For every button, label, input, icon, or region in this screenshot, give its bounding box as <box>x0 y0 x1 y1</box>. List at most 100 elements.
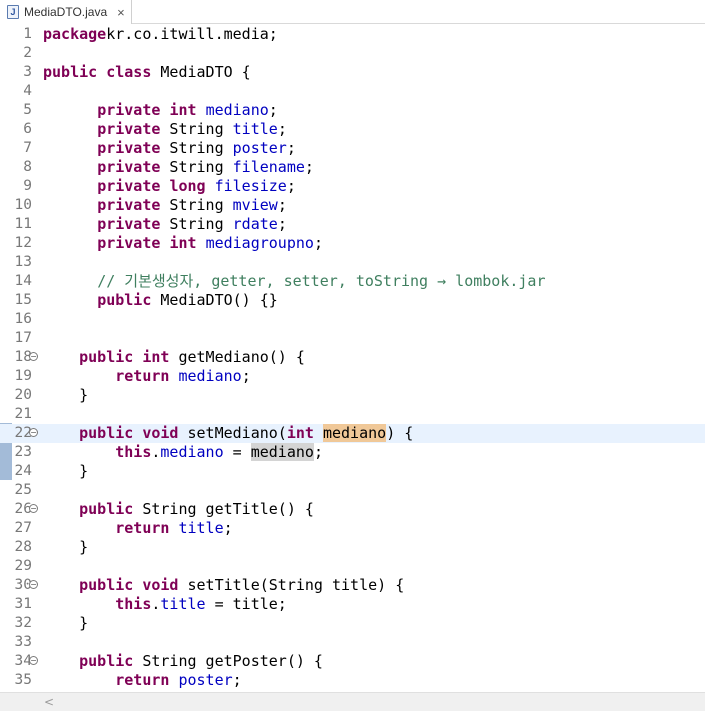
code-line[interactable]: 25 <box>0 481 705 500</box>
line-number: 12 <box>14 235 32 251</box>
code-line[interactable]: 26− public String getTitle() { <box>0 500 705 519</box>
fold-collapse-icon[interactable]: − <box>29 580 38 589</box>
code-token: poster <box>232 139 287 157</box>
code-line[interactable]: 9 private long filesize; <box>0 177 705 196</box>
fold-collapse-icon[interactable]: − <box>29 656 38 665</box>
code-token: package <box>43 25 107 43</box>
code-line[interactable]: 1 packagekr.co.itwill.media; <box>0 25 705 44</box>
code-line[interactable]: 18− public int getMediano() { <box>0 348 705 367</box>
code-token: public <box>79 348 134 366</box>
code-text: private String title; <box>43 120 287 139</box>
code-token: String getPoster() { <box>133 652 323 670</box>
line-number: 34 <box>14 653 32 669</box>
code-editor[interactable]: 1 packagekr.co.itwill.media; 2 3 public clas… <box>0 24 705 692</box>
line-number: 23 <box>14 444 32 460</box>
code-line[interactable]: 33 <box>0 633 705 652</box>
code-token: this <box>115 595 152 613</box>
code-token: int <box>169 101 197 119</box>
code-token: mediagroupno <box>205 234 314 252</box>
code-line[interactable]: 20 } <box>0 386 705 405</box>
code-line[interactable]: 27 return title; <box>0 519 705 538</box>
line-number: 9 <box>23 178 32 194</box>
fold-collapse-icon[interactable]: − <box>29 504 38 513</box>
code-token: media <box>322 424 369 442</box>
line-number: 17 <box>14 330 32 346</box>
code-token: public <box>79 652 134 670</box>
code-line[interactable]: 31 this.title = title; <box>0 595 705 614</box>
code-line[interactable]: 12 private int mediagroupno; <box>0 234 705 253</box>
code-token: int <box>169 234 197 252</box>
code-token: // 기본생성자, getter, setter, toString → lom… <box>97 272 546 290</box>
code-line[interactable]: 3 public class MediaDTO { <box>0 63 705 82</box>
code-line[interactable]: 16 <box>0 310 705 329</box>
fold-collapse-icon[interactable]: − <box>29 352 38 361</box>
code-line[interactable]: 15 public MediaDTO() {} <box>0 291 705 310</box>
scroll-left-arrow-icon[interactable]: < <box>44 695 56 709</box>
code-token: int <box>142 348 170 366</box>
code-line[interactable]: 2 <box>0 44 705 63</box>
code-text: public String getPoster() { <box>43 652 323 671</box>
code-token: void <box>142 424 179 442</box>
code-line[interactable]: 10 private String mview; <box>0 196 705 215</box>
line-number: 8 <box>23 159 32 175</box>
code-line[interactable]: 17 <box>0 329 705 348</box>
code-line[interactable]: 28 } <box>0 538 705 557</box>
close-icon[interactable]: × <box>117 6 125 19</box>
code-token: long <box>169 177 206 195</box>
code-text: } <box>43 614 88 633</box>
code-line[interactable]: 7 private String poster; <box>0 139 705 158</box>
code-line[interactable]: 32 } <box>0 614 705 633</box>
code-token: } <box>43 614 89 632</box>
line-number: 22 <box>14 425 32 441</box>
code-line[interactable]: 11 private String rdate; <box>0 215 705 234</box>
code-line[interactable]: 23 this.mediano = mediano; <box>0 443 705 462</box>
code-token: } <box>43 462 89 480</box>
line-number: 5 <box>23 102 32 118</box>
code-line[interactable]: 13 <box>0 253 705 272</box>
code-token: getMediano() { <box>169 348 305 366</box>
code-token: private <box>97 158 161 176</box>
code-line[interactable]: 8 private String filename; <box>0 158 705 177</box>
editor-tab-bar: J MediaDTO.java × <box>0 0 705 24</box>
code-line[interactable]: 30− public void setTitle(String title) { <box>0 576 705 595</box>
code-line[interactable]: 29 <box>0 557 705 576</box>
code-line[interactable]: 5 private int mediano; <box>0 101 705 120</box>
tab-mediadto-java[interactable]: J MediaDTO.java × <box>0 0 132 24</box>
code-text: private String mview; <box>43 196 287 215</box>
line-number: 20 <box>14 387 32 403</box>
code-line[interactable]: 35 return poster; <box>0 671 705 690</box>
code-token: ; <box>241 367 251 385</box>
code-line[interactable]: 21 <box>0 405 705 424</box>
code-token: setTitle(String title) { <box>178 576 405 594</box>
code-line[interactable]: 19 return mediano; <box>0 367 705 386</box>
code-text: } <box>43 462 88 481</box>
code-token: private <box>97 196 161 214</box>
code-token: mediano <box>205 101 269 119</box>
code-line[interactable]: 24 } <box>0 462 705 481</box>
code-token: filename <box>232 158 305 176</box>
code-text: return poster; <box>43 671 241 690</box>
code-token: ; <box>277 215 287 233</box>
code-token: ; <box>277 120 287 138</box>
code-token: rdate <box>232 215 278 233</box>
code-line[interactable]: 4 <box>0 82 705 101</box>
code-line[interactable]: 34− public String getPoster() { <box>0 652 705 671</box>
code-line[interactable]: 22− public void setMediano(int mediano) … <box>0 424 705 443</box>
code-token: public <box>79 576 134 594</box>
fold-collapse-icon[interactable]: − <box>29 428 38 437</box>
code-line[interactable]: 6 private String title; <box>0 120 705 139</box>
code-line[interactable]: 14 // 기본생성자, getter, setter, toString → … <box>0 272 705 291</box>
code-token: } <box>43 386 89 404</box>
code-text: public MediaDTO() {} <box>43 291 278 310</box>
code-token: poster <box>178 671 233 689</box>
code-token: ) { <box>386 424 414 442</box>
code-token: private <box>97 234 161 252</box>
horizontal-scrollbar[interactable]: < <box>0 692 705 711</box>
